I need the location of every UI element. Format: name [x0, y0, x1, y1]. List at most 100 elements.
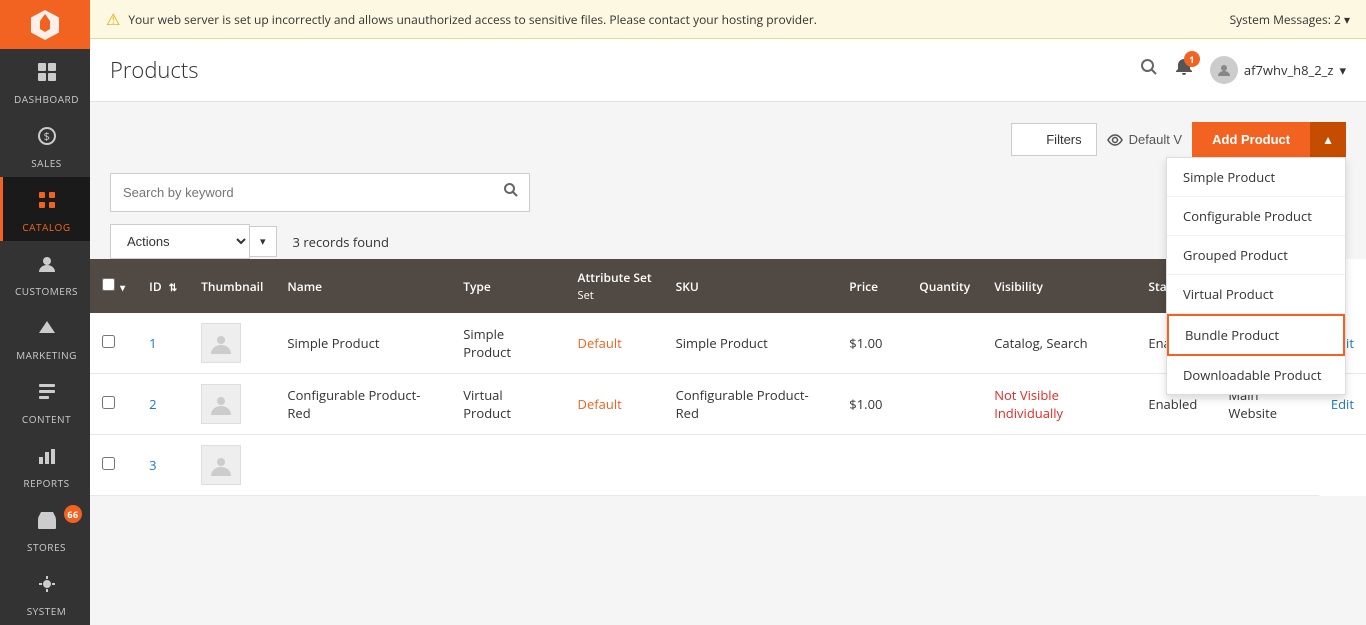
row3-checkbox[interactable] [102, 457, 115, 470]
system-messages-link[interactable]: System Messages: 2 ▾ [1230, 11, 1350, 28]
col-header-price: Price [837, 259, 907, 313]
add-product-button[interactable]: Add Product [1192, 122, 1310, 157]
sidebar-item-content[interactable]: CONTENT [0, 369, 90, 433]
alert-left: ⚠ Your web server is set up incorrectly … [106, 8, 817, 30]
page-header: Products 1 af7whv_h8_2_z ▾ [90, 39, 1366, 102]
sidebar-item-marketing-label: MARKETING [16, 349, 77, 361]
row2-attribute-set: Default [566, 374, 664, 435]
svg-text:$: $ [43, 129, 50, 144]
sidebar-item-system[interactable]: SYSTEM [0, 561, 90, 625]
actions-wrapper: Actions ▾ [110, 224, 277, 259]
row1-type: Simple Product [451, 313, 565, 374]
select-all-dropdown-icon[interactable]: ▾ [120, 280, 125, 294]
search-submit-button[interactable] [493, 174, 529, 211]
sidebar-item-system-label: SYSTEM [27, 605, 67, 617]
filters-button[interactable]: Filters [1011, 123, 1096, 156]
default-view-label: Default V [1129, 132, 1182, 147]
dashboard-icon [36, 61, 58, 89]
row2-thumbnail [189, 374, 275, 435]
row2-checkbox-cell [90, 374, 137, 435]
sidebar-item-dashboard-label: DASHBOARD [14, 93, 79, 105]
sales-icon: $ [36, 125, 58, 153]
row2-thumbnail-image [201, 384, 241, 424]
notification-bell[interactable]: 1 [1174, 57, 1194, 83]
row1-thumbnail-image [201, 323, 241, 363]
row2-id-link[interactable]: 2 [149, 395, 156, 413]
sidebar-item-sales[interactable]: $ SALES [0, 113, 90, 177]
records-found: 3 records found [293, 233, 1175, 251]
sidebar-logo[interactable] [0, 0, 90, 49]
sidebar-item-marketing[interactable]: MARKETING [0, 305, 90, 369]
col-header-thumbnail: Thumbnail [189, 259, 275, 313]
dropdown-item-bundle[interactable]: Bundle Product [1167, 314, 1345, 356]
dropdown-item-virtual[interactable]: Virtual Product [1167, 275, 1345, 314]
dropdown-item-configurable[interactable]: Configurable Product [1167, 197, 1345, 236]
alert-message: Your web server is set up incorrectly an… [128, 11, 817, 28]
id-sort-icon: ⇅ [169, 280, 177, 294]
table-row: 3 [90, 435, 1366, 496]
add-product-dropdown-button[interactable]: ▲ [1310, 122, 1346, 157]
row1-id: 1 [137, 313, 189, 374]
sidebar-item-reports[interactable]: REPORTS [0, 433, 90, 497]
marketing-icon [36, 317, 58, 345]
row1-quantity [907, 313, 982, 374]
sidebar-item-customers[interactable]: CUSTOMERS [0, 241, 90, 305]
col-header-checkbox: ▾ [90, 259, 137, 313]
dropdown-item-downloadable[interactable]: Downloadable Product [1167, 356, 1345, 394]
row2-quantity [907, 374, 982, 435]
row2-name: Configurable Product-Red [275, 374, 451, 435]
row1-thumbnail [189, 313, 275, 374]
reports-icon [36, 445, 58, 473]
row1-attribute-set: Default [566, 313, 664, 374]
row2-checkbox[interactable] [102, 396, 115, 409]
content-area: Filters Default V Add Product ▲ Simple P… [90, 102, 1366, 625]
row1-attrset-link[interactable]: Default [578, 334, 622, 352]
sidebar-item-catalog-label: CATALOG [22, 221, 70, 233]
user-menu[interactable]: af7whv_h8_2_z ▾ [1210, 56, 1346, 84]
row3-thumbnail [189, 435, 275, 496]
search-box [110, 173, 530, 212]
default-view-button[interactable]: Default V [1107, 132, 1182, 148]
page-title: Products [110, 55, 198, 85]
actions-dropdown-arrow[interactable]: ▾ [250, 226, 277, 257]
row2-sku: Configurable Product-Red [664, 374, 838, 435]
add-product-wrapper: Add Product ▲ Simple Product Configurabl… [1192, 122, 1346, 157]
dropdown-item-simple[interactable]: Simple Product [1167, 158, 1345, 197]
row2-attrset-link[interactable]: Default [578, 395, 622, 413]
row1-checkbox[interactable] [102, 335, 115, 348]
row2-type: Virtual Product [451, 374, 565, 435]
select-all-checkbox[interactable] [102, 278, 115, 291]
content-icon [36, 381, 58, 409]
col-header-id[interactable]: ID ⇅ [137, 259, 189, 313]
user-name: af7whv_h8_2_z [1244, 61, 1334, 79]
actions-select[interactable]: Actions [110, 224, 250, 259]
sidebar-item-stores[interactable]: STORES 66 [0, 497, 90, 561]
alert-warning-icon: ⚠ [106, 8, 120, 30]
sidebar-item-customers-label: CUSTOMERS [15, 285, 78, 297]
sidebar-item-stores-label: STORES [27, 541, 66, 553]
main-content: ⚠ Your web server is set up incorrectly … [90, 0, 1366, 625]
row1-visibility: Catalog, Search [982, 313, 1136, 374]
header-search-icon[interactable] [1140, 58, 1158, 82]
catalog-icon [36, 189, 58, 217]
dropdown-item-grouped[interactable]: Grouped Product [1167, 236, 1345, 275]
col-header-sku: SKU [664, 259, 838, 313]
row3-rest [275, 435, 1318, 496]
row2-edit-link[interactable]: Edit [1331, 395, 1354, 413]
add-product-dropdown: Simple Product Configurable Product Grou… [1166, 157, 1346, 395]
col-header-name: Name [275, 259, 451, 313]
col-header-visibility: Visibility [982, 259, 1136, 313]
row3-id: 3 [137, 435, 189, 496]
notification-badge: 1 [1184, 51, 1200, 67]
user-avatar [1210, 56, 1238, 84]
sidebar-item-dashboard[interactable]: DASHBOARD [0, 49, 90, 113]
sidebar-item-catalog[interactable]: CATALOG [0, 177, 90, 241]
row1-id-link[interactable]: 1 [149, 334, 156, 352]
row3-thumbnail-image [201, 445, 241, 485]
user-dropdown-icon: ▾ [1339, 61, 1346, 79]
search-input[interactable] [111, 177, 493, 208]
stores-icon [36, 509, 58, 537]
row3-id-link[interactable]: 3 [149, 456, 156, 474]
header-right: 1 af7whv_h8_2_z ▾ [1140, 56, 1346, 84]
row2-id: 2 [137, 374, 189, 435]
